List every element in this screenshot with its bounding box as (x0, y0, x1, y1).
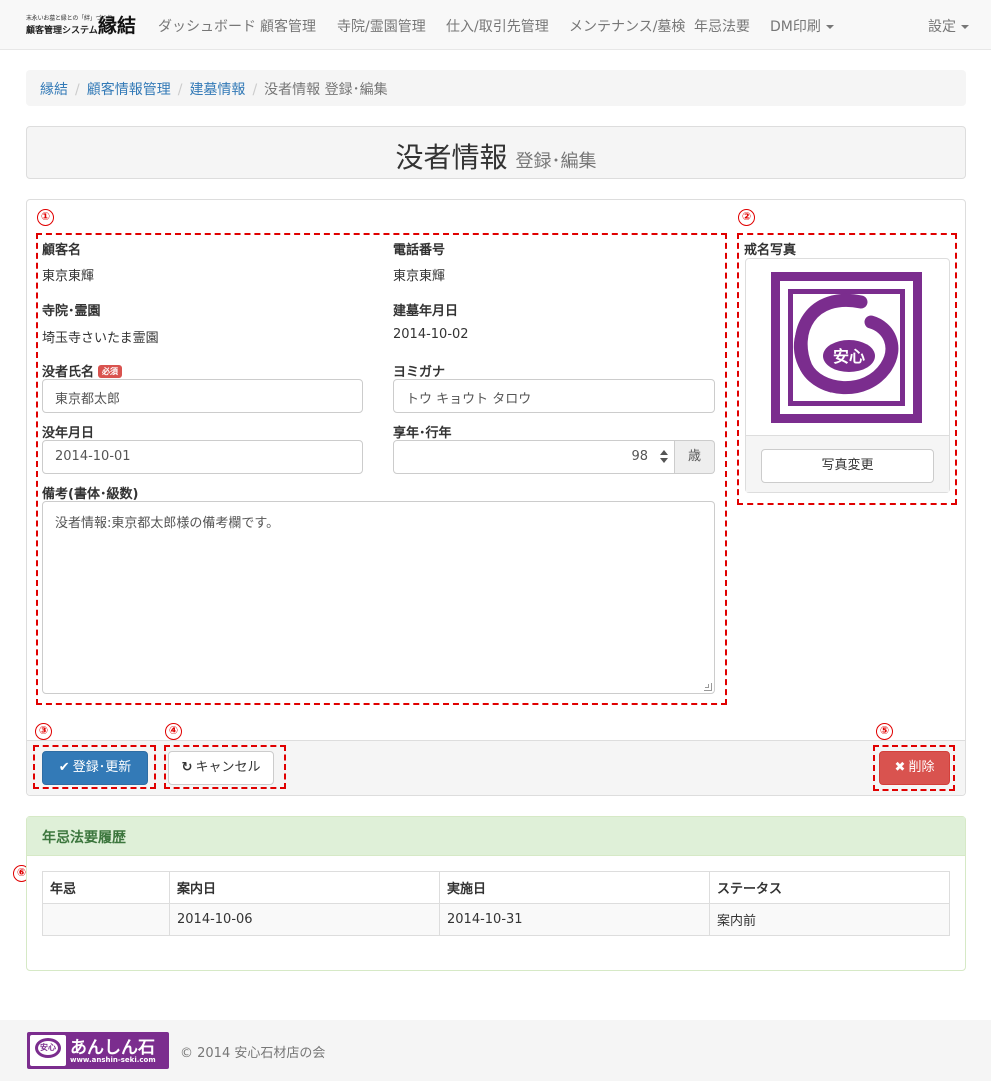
nav-item-dm-print-label: DM印刷 (770, 19, 821, 35)
page-title: 没者情報 (395, 141, 508, 174)
memorial-history-title: 年忌法要履歴 (27, 817, 965, 856)
annotation-number-2: ② (738, 209, 755, 226)
built-date-label: 建墓年月日 (393, 304, 459, 319)
required-badge: 必須 (98, 365, 123, 378)
brand-logo[interactable]: 末永いお墓と縁との「絆」づくり 顧客管理システム 縁結 (26, 11, 141, 39)
deceased-name-input[interactable]: 東京都太郎 (42, 379, 363, 413)
breadcrumb-home[interactable]: 縁結 (40, 82, 68, 98)
customer-name-label: 顧客名 (42, 243, 82, 258)
nav-item-memorial[interactable]: 年忌法要 (694, 16, 750, 36)
page-subtitle: 登録･編集 (515, 151, 597, 172)
anshin-seal-image: 安心 (771, 272, 922, 423)
submit-button-label: 登録･更新 (72, 760, 132, 775)
temple-label: 寺院･霊園 (42, 304, 101, 319)
age-input-value: 98 (631, 449, 648, 464)
page-header: 没者情報 登録･編集 (26, 126, 966, 179)
photo-label: 戒名写真 (744, 243, 797, 258)
age-number-input[interactable]: 98 (393, 440, 675, 474)
deceased-name-label: 没者氏名 必須 (42, 361, 123, 380)
logo-mark-text: 安心 (40, 1043, 56, 1052)
annotation-number-1: ① (37, 209, 54, 226)
table-cell: 2014-10-31 (439, 903, 710, 936)
copyright-text: © 2014 安心石材店の会 (180, 1046, 326, 1061)
brand-name: 縁結 (98, 15, 137, 37)
delete-button[interactable]: ✖ 削除 (879, 751, 950, 785)
annotation-number-5: ⑤ (876, 723, 893, 740)
nav-item-settings-label: 設定 (928, 19, 956, 35)
nav-item-customers[interactable]: 顧客管理 (260, 16, 316, 36)
built-date-value: 2014-10-02 (393, 327, 469, 342)
nav-item-suppliers[interactable]: 仕入/取引先管理 (446, 16, 549, 36)
nav-item-settings[interactable]: 設定 (928, 16, 969, 36)
annotation-number-3: ③ (35, 723, 52, 740)
kana-input[interactable]: トウ キョウト タロウ (393, 379, 715, 413)
caret-down-icon (961, 25, 969, 29)
anshin-mark-icon: 安心 (30, 1035, 66, 1066)
breadcrumb: 縁結 / 顧客情報管理 / 建墓情報 / 没者情報 登録･編集 (26, 70, 966, 106)
refresh-icon: ↻ (181, 760, 193, 775)
logo-url: www.anshin-seki.com (70, 1056, 156, 1064)
age-unit-addon: 歳 (675, 440, 715, 474)
death-date-label: 没年月日 (42, 426, 95, 441)
death-date-input-value: 2014-10-01 (55, 449, 131, 464)
delete-button-label: 削除 (908, 760, 935, 775)
column-header-notice-date: 案内日 (169, 871, 440, 904)
notes-textarea-value: 没者情報:東京都太郎様の備考欄です。 (55, 516, 280, 531)
seal-text: 安心 (833, 347, 865, 366)
nav-item-maintenance[interactable]: メンテナンス/墓検 (569, 16, 685, 36)
nav-item-temples[interactable]: 寺院/霊園管理 (337, 16, 426, 36)
age-label: 享年･行年 (393, 426, 452, 441)
breadcrumb-separator: / (252, 82, 258, 98)
column-header-anniversary: 年忌 (42, 871, 170, 904)
phone-value: 東京東輝 (393, 269, 446, 284)
kana-label: ヨミガナ (393, 365, 446, 380)
brand-subtitle: 顧客管理システム (26, 26, 98, 36)
caret-down-icon (825, 25, 834, 29)
breadcrumb-grave-info[interactable]: 建墓情報 (189, 82, 245, 98)
table-header-row: 年忌 案内日 実施日 ステータス (42, 871, 950, 904)
submit-button[interactable]: ✔ 登録･更新 (42, 751, 148, 785)
table-cell (42, 903, 170, 936)
resize-handle-icon[interactable] (704, 683, 712, 691)
table-cell: 案内前 (709, 903, 950, 936)
nav-item-dm-print[interactable]: DM印刷 (770, 16, 834, 36)
table-row[interactable]: 2014-10-06 2014-10-31 案内前 (42, 903, 950, 936)
breadcrumb-separator: / (75, 82, 80, 98)
check-icon: ✔ (58, 760, 70, 775)
notes-label: 備考(書体･級数) (42, 487, 139, 502)
anshin-seki-logo[interactable]: 安心 あんしん石 www.anshin-seki.com (27, 1032, 169, 1069)
close-icon: ✖ (894, 760, 906, 775)
annotation-number-4: ④ (165, 723, 182, 740)
number-spinner-icon[interactable] (660, 449, 668, 465)
phone-label: 電話番号 (393, 243, 446, 258)
notes-textarea[interactable]: 没者情報:東京都太郎様の備考欄です。 (42, 501, 715, 694)
cancel-button[interactable]: ↻ キャンセル (168, 751, 274, 785)
breadcrumb-customer-info[interactable]: 顧客情報管理 (87, 82, 171, 98)
column-header-status: ステータス (709, 871, 950, 904)
logo-name: あんしん石 (70, 1038, 155, 1058)
table-cell: 2014-10-06 (169, 903, 440, 936)
kana-input-value: トウ キョウト タロウ (406, 392, 532, 407)
column-header-held-date: 実施日 (439, 871, 710, 904)
nav-item-dashboard[interactable]: ダッシュボード (158, 16, 256, 36)
page-footer: 安心 あんしん石 www.anshin-seki.com © 2014 安心石材… (0, 1020, 991, 1081)
cancel-button-label: キャンセル (195, 760, 261, 775)
deceased-name-input-value: 東京都太郎 (55, 392, 121, 407)
breadcrumb-current: 没者情報 登録･編集 (264, 82, 388, 98)
memorial-history-table: 年忌 案内日 実施日 ステータス 2014-10-06 2014-10-31 案… (42, 871, 950, 936)
temple-value: 埼玉寺さいたま霊園 (42, 331, 159, 346)
navbar: 末永いお墓と縁との「絆」づくり 顧客管理システム 縁結 ダッシュボード 顧客管理… (0, 0, 991, 50)
death-date-input[interactable]: 2014-10-01 (42, 440, 363, 474)
change-photo-button[interactable]: 写真変更 (761, 449, 934, 483)
customer-name-value: 東京東輝 (42, 269, 95, 284)
breadcrumb-separator: / (177, 82, 183, 98)
deceased-name-label-text: 没者氏名 (42, 365, 95, 380)
